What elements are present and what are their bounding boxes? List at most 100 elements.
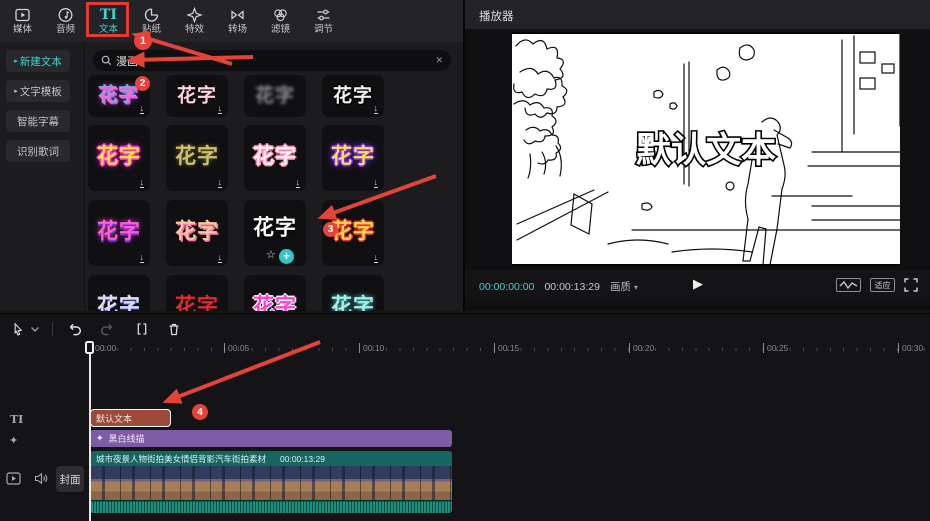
video-filmstrip xyxy=(90,466,452,500)
delete-button[interactable] xyxy=(166,321,182,337)
tile-label: 花字 xyxy=(244,217,306,238)
playhead-handle[interactable] xyxy=(85,341,94,354)
tab-audio[interactable]: 音频 xyxy=(44,0,87,42)
redo-icon xyxy=(99,321,116,338)
text-style-tile[interactable]: 花字 ↓ xyxy=(322,75,384,117)
tab-effects[interactable]: 特效 xyxy=(173,0,216,42)
current-time: 00:00:00:00 xyxy=(479,281,534,293)
favorite-star-icon[interactable]: ☆ xyxy=(266,250,276,261)
tile-label: 花字 xyxy=(88,221,150,242)
split-button[interactable] xyxy=(134,321,150,337)
clear-search-icon[interactable]: ✕ xyxy=(435,56,443,65)
tile-label: 花字 xyxy=(166,296,228,311)
sidebar-item-text-template[interactable]: ▸ 文字模板 xyxy=(6,80,70,102)
text-clip-label: 默认文本 xyxy=(96,412,132,425)
add-icon[interactable]: + xyxy=(279,249,294,264)
tab-media-label: 媒体 xyxy=(13,25,32,35)
text-clip[interactable]: 默认文本 xyxy=(90,409,171,427)
effect-clip[interactable]: ✦ 黑白线描 xyxy=(90,430,452,447)
play-button[interactable]: ▶ xyxy=(693,276,703,292)
download-icon[interactable]: ↓ xyxy=(296,178,301,189)
preview-overlay-text[interactable]: 默认文本 xyxy=(636,131,776,170)
tab-transition[interactable]: 转场 xyxy=(216,0,259,42)
text-style-tile[interactable]: 花字 ↓ xyxy=(166,75,228,117)
effect-clip-label: 黑白线描 xyxy=(109,432,145,445)
timeline-ruler[interactable]: 00:00 00:05 00:10 00:15 00:20 00:25 00:3… xyxy=(90,342,930,356)
select-tool-button[interactable] xyxy=(10,321,25,337)
ruler-label: 00:05 xyxy=(224,343,249,353)
player-controls: 00:00:00:00 00:00:13:29 画质 ▾ ▶ 适应 xyxy=(465,270,930,300)
download-icon[interactable]: ↓ xyxy=(218,253,223,264)
text-style-tile[interactable]: 花字 xyxy=(88,275,150,311)
download-icon[interactable]: ↓ xyxy=(374,178,379,189)
fullscreen-icon[interactable] xyxy=(904,278,918,292)
tab-text[interactable]: TI 文本 xyxy=(87,0,130,42)
sidebar-item-new-text[interactable]: ▸ 新建文本 xyxy=(6,50,70,72)
tab-adjust-label: 调节 xyxy=(314,25,333,35)
video-editor-app: 媒体 音频 TI 文本 贴纸 特效 转场 xyxy=(0,0,930,521)
redo-button[interactable] xyxy=(99,321,116,338)
text-style-tile[interactable]: 花字 xyxy=(244,275,306,311)
ruler-label: 00:20 xyxy=(629,343,654,353)
video-preview[interactable]: 默认文本 xyxy=(512,32,900,266)
cover-button[interactable]: 封面 xyxy=(56,466,84,492)
text-style-tile-selected[interactable]: 花字 ☆ + xyxy=(244,200,306,266)
tile-label: 花字 xyxy=(166,221,228,242)
effects-icon xyxy=(186,7,203,23)
video-clip-header: 城市夜景人物街拍美女情侣背影汽车街拍素材 00:00:13:29 xyxy=(90,451,452,466)
tab-audio-label: 音频 xyxy=(56,25,75,35)
delete-icon xyxy=(166,321,182,337)
tab-adjust[interactable]: 调节 xyxy=(302,0,345,42)
asset-panel: 媒体 音频 TI 文本 贴纸 特效 转场 xyxy=(0,0,463,311)
text-style-tile[interactable]: 花字 ↓ xyxy=(322,125,384,191)
ruler-label: 00:10 xyxy=(359,343,384,353)
tile-label: 花字 xyxy=(166,146,228,167)
download-icon[interactable]: ↓ xyxy=(218,178,223,189)
tab-filter-label: 滤镜 xyxy=(271,25,290,35)
chevron-down-icon: ▾ xyxy=(634,283,638,292)
mute-track-icon[interactable] xyxy=(34,472,48,485)
download-icon[interactable]: ↓ xyxy=(140,178,145,189)
video-clip[interactable]: 城市夜景人物街拍美女情侣背影汽车街拍素材 00:00:13:29 xyxy=(90,451,452,513)
text-style-tile[interactable]: 花字 xyxy=(322,275,384,311)
text-style-tile[interactable]: 花字 ↓ xyxy=(88,200,150,266)
select-tool-dropdown[interactable] xyxy=(30,326,40,333)
transition-icon xyxy=(229,7,246,23)
video-clip-duration: 00:00:13:29 xyxy=(280,454,325,464)
text-track-icon: TI xyxy=(10,413,23,426)
download-icon[interactable]: ↓ xyxy=(374,104,379,115)
search-bar[interactable]: ✕ xyxy=(93,50,451,71)
waveform-toggle-button[interactable] xyxy=(836,278,861,292)
text-style-tile[interactable]: 花字 ↓ xyxy=(244,125,306,191)
fit-button[interactable]: 适应 xyxy=(870,278,895,292)
ruler-label: 00:00 xyxy=(92,343,116,353)
undo-button[interactable] xyxy=(66,321,83,338)
text-style-tile[interactable]: 花字 ↓ xyxy=(166,200,228,266)
quality-dropdown[interactable]: 画质 ▾ xyxy=(610,279,638,294)
download-icon[interactable]: ↓ xyxy=(218,104,223,115)
tab-transition-label: 转场 xyxy=(228,25,247,35)
search-input[interactable] xyxy=(116,55,435,67)
text-icon: TI xyxy=(100,7,117,23)
playhead-line[interactable] xyxy=(89,342,91,521)
ruler-label: 00:15 xyxy=(494,343,519,353)
tile-label: 花字 xyxy=(322,146,384,167)
tab-media[interactable]: 媒体 xyxy=(1,0,44,42)
sidebar-item-lyrics-recognition[interactable]: 识别歌词 xyxy=(6,140,70,162)
download-icon[interactable]: ↓ xyxy=(140,104,145,115)
tab-filter[interactable]: 滤镜 xyxy=(259,0,302,42)
download-icon[interactable]: ↓ xyxy=(374,253,379,264)
text-sidebar: ▸ 新建文本 ▸ 文字模板 智能字幕 识别歌词 xyxy=(0,42,85,311)
bullet-icon: ▸ xyxy=(14,88,18,95)
sidebar-item-smart-captions[interactable]: 智能字幕 xyxy=(6,110,70,132)
text-style-tile[interactable]: 花字 xyxy=(244,75,306,117)
text-style-tile[interactable]: 花字 ↓ xyxy=(88,75,150,117)
tab-text-label: 文本 xyxy=(99,25,118,35)
tile-label: 花字 xyxy=(244,146,306,167)
tab-sticker[interactable]: 贴纸 xyxy=(130,0,173,42)
text-style-tile[interactable]: 花字 ↓ xyxy=(166,125,228,191)
download-icon[interactable]: ↓ xyxy=(140,253,145,264)
text-style-tile[interactable]: 花字 ↓ xyxy=(88,125,150,191)
text-style-tile[interactable]: 花字 ↓ xyxy=(322,200,384,266)
text-style-tile[interactable]: 花字 xyxy=(166,275,228,311)
